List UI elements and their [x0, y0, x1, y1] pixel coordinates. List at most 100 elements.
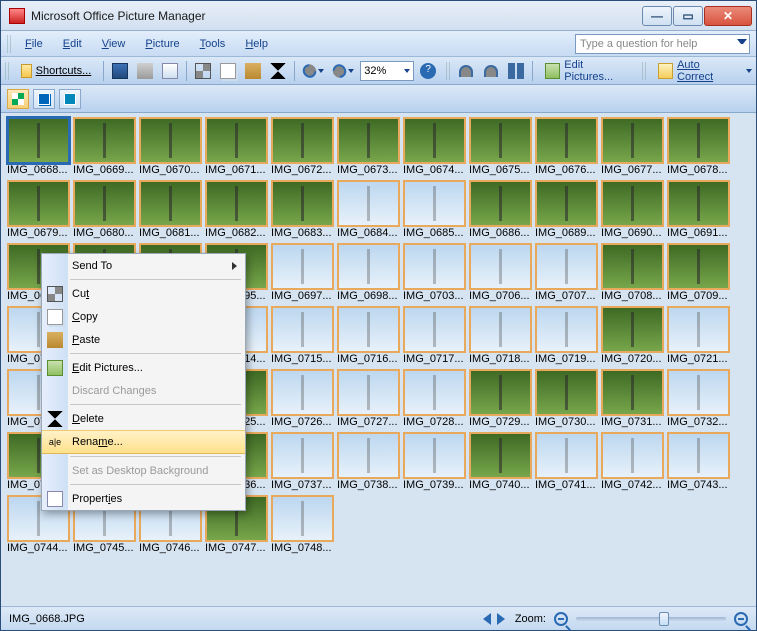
zoom-combo[interactable]: 32%	[360, 61, 414, 81]
mail-button[interactable]	[159, 60, 181, 82]
thumbnail-item[interactable]: IMG_0737...	[271, 432, 334, 493]
thumbnail-item[interactable]: IMG_0706...	[469, 243, 532, 304]
ctx-send-to[interactable]: Send To	[42, 254, 245, 277]
thumbnail-item[interactable]: IMG_0683...	[271, 180, 334, 241]
thumbnail-item[interactable]: IMG_0679...	[7, 180, 70, 241]
thumbnail-item[interactable]: IMG_0671...	[205, 117, 268, 178]
thumbnail-item[interactable]: IMG_0677...	[601, 117, 664, 178]
menu-picture[interactable]: Picture	[137, 35, 187, 53]
toolbar-overflow[interactable]	[746, 69, 752, 73]
menu-help[interactable]: Help	[237, 35, 276, 53]
undo-button[interactable]	[300, 60, 327, 82]
thumbnail-item[interactable]: IMG_0684...	[337, 180, 400, 241]
save-button[interactable]	[109, 60, 131, 82]
delete-button[interactable]	[267, 60, 289, 82]
thumbnail-item[interactable]: IMG_0668...	[7, 117, 70, 178]
prev-image-button[interactable]	[483, 613, 491, 625]
thumbnail-item[interactable]: IMG_0689...	[535, 180, 598, 241]
single-view-button[interactable]	[59, 89, 81, 109]
thumbnail-label: IMG_0726...	[271, 416, 334, 430]
thumbnail-item[interactable]: IMG_0727...	[337, 369, 400, 430]
thumbnail-item[interactable]: IMG_0716...	[337, 306, 400, 367]
thumbnail-item[interactable]: IMG_0690...	[601, 180, 664, 241]
thumbnail-item[interactable]: IMG_0740...	[469, 432, 532, 493]
thumbnail-item[interactable]: IMG_0741...	[535, 432, 598, 493]
ctx-rename[interactable]: a|e Rename...	[42, 430, 245, 454]
thumbnail-item[interactable]: IMG_0709...	[667, 243, 730, 304]
thumbnail-item[interactable]: IMG_0676...	[535, 117, 598, 178]
ctx-delete[interactable]: Delete	[42, 407, 245, 430]
thumbnail-item[interactable]: IMG_0738...	[337, 432, 400, 493]
print-button[interactable]	[134, 60, 156, 82]
thumbnail-item[interactable]: IMG_0703...	[403, 243, 466, 304]
thumbnail-item[interactable]: IMG_0686...	[469, 180, 532, 241]
thumbnail-item[interactable]: IMG_0691...	[667, 180, 730, 241]
thumbnail-item[interactable]: IMG_0673...	[337, 117, 400, 178]
help-search-input[interactable]: Type a question for help	[575, 34, 750, 54]
rotate-right-button[interactable]	[480, 60, 502, 82]
separator	[532, 61, 533, 81]
thumbnail-item[interactable]: IMG_0719...	[535, 306, 598, 367]
cut-button[interactable]	[192, 60, 214, 82]
thumbnail-item[interactable]: IMG_0739...	[403, 432, 466, 493]
thumbnail-view-button[interactable]	[7, 89, 29, 109]
thumbnail-item[interactable]: IMG_0708...	[601, 243, 664, 304]
rotate-left-button[interactable]	[455, 60, 477, 82]
thumbnail-item[interactable]: IMG_0678...	[667, 117, 730, 178]
filmstrip-view-button[interactable]	[33, 89, 55, 109]
thumbnail-item[interactable]: IMG_0707...	[535, 243, 598, 304]
redo-button[interactable]	[330, 60, 357, 82]
thumbnail-item[interactable]: IMG_0748...	[271, 495, 334, 556]
thumbnail-item[interactable]: IMG_0674...	[403, 117, 466, 178]
edit-pictures-button[interactable]: Edit Pictures...	[538, 60, 639, 82]
thumbnail-item[interactable]: IMG_0720...	[601, 306, 664, 367]
thumbnail-item[interactable]: IMG_0717...	[403, 306, 466, 367]
zoom-out-button[interactable]	[554, 612, 568, 626]
thumbnail-item[interactable]: IMG_0721...	[667, 306, 730, 367]
shortcuts-button[interactable]: Shortcuts...	[14, 60, 99, 82]
thumbnail-item[interactable]: IMG_0726...	[271, 369, 334, 430]
ctx-edit-pictures[interactable]: Edit Pictures...	[42, 356, 245, 379]
thumbnail-item[interactable]: IMG_0681...	[139, 180, 202, 241]
thumbnail-item[interactable]: IMG_0729...	[469, 369, 532, 430]
thumbnail-item[interactable]: IMG_0675...	[469, 117, 532, 178]
thumbnail-item[interactable]: IMG_0732...	[667, 369, 730, 430]
zoom-in-button[interactable]	[734, 612, 748, 626]
thumbnail-label: IMG_0689...	[535, 227, 598, 241]
auto-correct-button[interactable]: Auto Correct	[651, 60, 743, 82]
thumbnail-item[interactable]: IMG_0670...	[139, 117, 202, 178]
thumbnail-item[interactable]: IMG_0718...	[469, 306, 532, 367]
thumbnail-item[interactable]: IMG_0743...	[667, 432, 730, 493]
thumbnail-item[interactable]: IMG_0742...	[601, 432, 664, 493]
thumbnail-item[interactable]: IMG_0728...	[403, 369, 466, 430]
flip-button[interactable]	[505, 60, 527, 82]
thumbnail-item[interactable]: IMG_0669...	[73, 117, 136, 178]
thumbnail-item[interactable]: IMG_0672...	[271, 117, 334, 178]
copy-button[interactable]	[217, 60, 239, 82]
thumbnail-item[interactable]: IMG_0685...	[403, 180, 466, 241]
thumbnail-pane[interactable]: IMG_0668...IMG_0669...IMG_0670...IMG_067…	[1, 113, 756, 606]
ctx-paste[interactable]: Paste	[42, 328, 245, 351]
menu-view[interactable]: View	[94, 35, 134, 53]
ctx-cut[interactable]: Cut	[42, 282, 245, 305]
maximize-button[interactable]: ▭	[673, 6, 703, 26]
zoom-slider-knob[interactable]	[659, 612, 669, 626]
menu-edit[interactable]: Edit	[55, 35, 90, 53]
thumbnail-item[interactable]: IMG_0680...	[73, 180, 136, 241]
help-button[interactable]: ?	[417, 60, 439, 82]
zoom-slider[interactable]	[576, 617, 726, 621]
menu-file[interactable]: File	[17, 35, 51, 53]
paste-button[interactable]	[242, 60, 264, 82]
close-button[interactable]: ✕	[704, 6, 752, 26]
thumbnail-item[interactable]: IMG_0698...	[337, 243, 400, 304]
thumbnail-item[interactable]: IMG_0715...	[271, 306, 334, 367]
ctx-copy[interactable]: Copy	[42, 305, 245, 328]
thumbnail-item[interactable]: IMG_0697...	[271, 243, 334, 304]
minimize-button[interactable]: —	[642, 6, 672, 26]
thumbnail-item[interactable]: IMG_0682...	[205, 180, 268, 241]
menu-tools[interactable]: Tools	[192, 35, 234, 53]
thumbnail-item[interactable]: IMG_0730...	[535, 369, 598, 430]
ctx-properties[interactable]: Properties	[42, 487, 245, 510]
thumbnail-item[interactable]: IMG_0731...	[601, 369, 664, 430]
next-image-button[interactable]	[497, 613, 505, 625]
